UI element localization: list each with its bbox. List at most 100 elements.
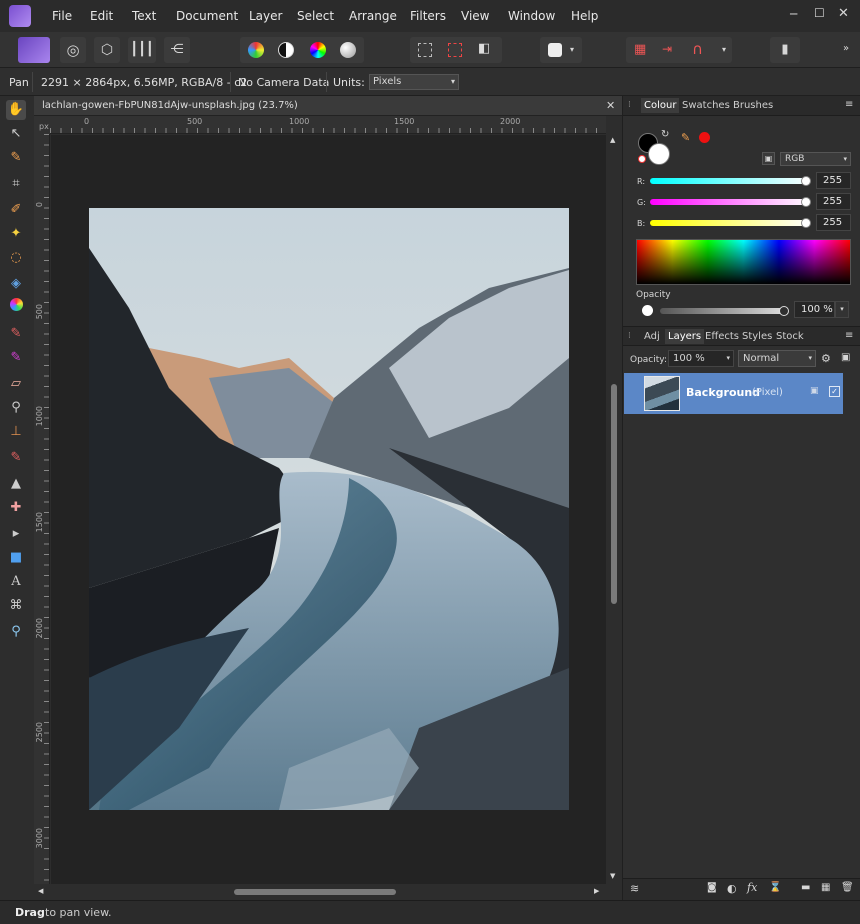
healing-brush-tool-icon[interactable]: ✚: [6, 498, 26, 518]
horizontal-scrollbar[interactable]: ◀ ▶: [34, 884, 606, 900]
colour-spectrum[interactable]: [636, 239, 851, 285]
layer-stack-icon[interactable]: ≋: [630, 882, 639, 895]
lock-icon[interactable]: ▣: [841, 352, 850, 363]
menu-help[interactable]: Help: [571, 9, 598, 23]
pen-tool-icon[interactable]: ▸: [6, 524, 26, 544]
units-select[interactable]: Pixels ▾: [369, 74, 459, 90]
delete-layer-icon[interactable]: 🗑: [841, 882, 854, 893]
deselect-icon[interactable]: [448, 43, 462, 57]
fx-icon[interactable]: fx: [747, 881, 757, 894]
blue-slider-knob[interactable]: [801, 218, 811, 228]
flood-select-tool-icon[interactable]: ✦: [6, 224, 26, 244]
opacity-slider[interactable]: [660, 308, 785, 314]
menu-view[interactable]: View: [461, 9, 489, 23]
chevron-down-icon[interactable]: ▾: [722, 45, 726, 54]
move-tool-icon[interactable]: ↖: [6, 124, 26, 144]
auto-contrast-icon[interactable]: [278, 42, 294, 58]
force-pixel-alignment-icon[interactable]: ⇥: [662, 42, 672, 56]
mask-layer-icon[interactable]: ◙: [707, 882, 717, 893]
rectangle-tool-icon[interactable]: ■: [6, 548, 26, 568]
menu-edit[interactable]: Edit: [90, 9, 113, 23]
selection-brush-tool-icon[interactable]: ✐: [6, 200, 26, 220]
smudge-brush-tool-icon[interactable]: ✎: [6, 448, 26, 468]
invert-selection-icon[interactable]: ◧: [478, 41, 490, 56]
develop-persona-icon[interactable]: ⬡: [94, 37, 120, 63]
tab-swatches[interactable]: Swatches: [682, 100, 730, 111]
photo-persona-icon[interactable]: [18, 37, 50, 63]
paint-brush-tool-icon[interactable]: ✎: [6, 324, 26, 344]
tab-colour[interactable]: Colour: [641, 98, 680, 113]
colour-picker-tool-icon[interactable]: ✎: [6, 148, 26, 168]
tab-effects[interactable]: Effects: [705, 331, 739, 342]
vertical-scroll-thumb[interactable]: [611, 384, 617, 604]
menu-arrange[interactable]: Arrange: [349, 9, 397, 23]
live-filter-icon[interactable]: ⌛: [769, 882, 781, 893]
adjustment-icon[interactable]: ◐: [727, 882, 737, 895]
secondary-colour-swatch[interactable]: [648, 143, 670, 165]
scroll-right-icon[interactable]: ▶: [594, 887, 599, 895]
tone-mapping-persona-icon[interactable]: ┃┃┃: [128, 37, 156, 63]
menu-layer[interactable]: Layer: [249, 9, 282, 23]
layer-opacity-field[interactable]: 100 % ▾: [668, 350, 734, 367]
erase-brush-tool-icon[interactable]: ▱: [6, 374, 26, 394]
swap-colours-icon[interactable]: ↻: [661, 129, 669, 140]
opacity-slider-knob[interactable]: [779, 306, 789, 316]
panel-grip-icon[interactable]: ⁞: [628, 100, 631, 110]
layer-visibility-checkbox[interactable]: ✓: [829, 386, 840, 397]
green-slider-knob[interactable]: [801, 197, 811, 207]
tab-layers[interactable]: Layers: [665, 329, 705, 344]
blue-slider[interactable]: [650, 220, 810, 226]
tab-adjustments[interactable]: Adj: [644, 331, 660, 342]
dodge-brush-tool-icon[interactable]: ⚲: [6, 398, 26, 418]
zoom-tool-icon[interactable]: ⚲: [6, 622, 26, 642]
horizontal-scroll-thumb[interactable]: [234, 889, 396, 895]
vertical-scrollbar[interactable]: ▲ ▼: [606, 134, 622, 884]
auto-levels-icon[interactable]: [248, 42, 264, 58]
mesh-warp-tool-icon[interactable]: ⌘: [6, 596, 26, 616]
quick-mask-toggle[interactable]: ▾: [540, 37, 582, 63]
menu-file[interactable]: File: [52, 9, 72, 23]
picked-colour-swatch[interactable]: [699, 132, 710, 143]
green-value-field[interactable]: 255: [816, 193, 851, 210]
colour-picker-icon[interactable]: ✎: [681, 131, 690, 144]
affinity-photo-logo-icon[interactable]: [9, 5, 31, 27]
colour-model-select[interactable]: RGB ▾: [780, 152, 851, 166]
blur-brush-tool-icon[interactable]: ▲: [6, 474, 26, 494]
minimize-icon[interactable]: ─: [790, 7, 797, 21]
opacity-dropdown-icon[interactable]: ▾: [835, 301, 849, 318]
menu-text[interactable]: Text: [132, 9, 156, 23]
tab-stock[interactable]: Stock: [776, 331, 804, 342]
menu-filters[interactable]: Filters: [410, 9, 446, 23]
document-tab[interactable]: lachlan-gowen-FbPUN81dAjw-unsplash.jpg (…: [34, 96, 622, 116]
add-pixel-layer-icon[interactable]: ▦: [821, 882, 830, 893]
close-document-icon[interactable]: ✕: [606, 99, 615, 112]
scroll-up-icon[interactable]: ▲: [610, 136, 615, 144]
select-all-icon[interactable]: [418, 43, 432, 57]
scroll-left-icon[interactable]: ◀: [38, 887, 43, 895]
red-slider-knob[interactable]: [801, 176, 811, 186]
colour-replacement-brush-tool-icon[interactable]: ✎: [6, 348, 26, 368]
opacity-value-field[interactable]: 100 %: [794, 301, 835, 318]
panel-menu-icon[interactable]: ≡: [845, 99, 853, 110]
layer-row-background[interactable]: Background (Pixel) ▣ ✓: [624, 373, 843, 414]
crop-tool-icon[interactable]: ⌗: [6, 174, 26, 194]
document-image[interactable]: [89, 208, 569, 810]
red-value-field[interactable]: 255: [816, 172, 851, 189]
menu-document[interactable]: Document: [176, 9, 238, 23]
snapping-magnet-icon[interactable]: ∩: [692, 40, 703, 58]
flood-fill-tool-icon[interactable]: ◈: [6, 274, 26, 294]
gear-icon[interactable]: ⚙: [821, 352, 831, 365]
export-persona-icon[interactable]: ⋲: [164, 37, 190, 63]
scroll-down-icon[interactable]: ▼: [610, 872, 615, 880]
tab-brushes[interactable]: Brushes: [733, 100, 773, 111]
auto-white-balance-icon[interactable]: [340, 42, 356, 58]
liquify-persona-icon[interactable]: ◎: [60, 37, 86, 63]
no-colour-icon[interactable]: [638, 155, 646, 163]
flashlight-icon[interactable]: ▮: [770, 37, 800, 63]
red-slider[interactable]: [650, 178, 810, 184]
freehand-selection-tool-icon[interactable]: ◌: [6, 248, 26, 268]
menu-select[interactable]: Select: [297, 9, 334, 23]
panel-menu-icon[interactable]: ≡: [845, 330, 853, 341]
blue-value-field[interactable]: 255: [816, 214, 851, 231]
gradient-tool-icon[interactable]: [6, 298, 26, 318]
